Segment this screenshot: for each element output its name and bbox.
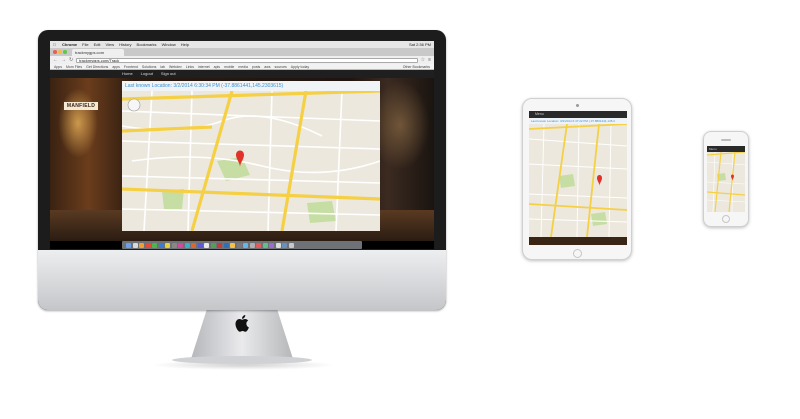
dock-icon[interactable] — [288, 242, 294, 248]
bookmark-item[interactable]: lab — [160, 64, 165, 69]
ipad-tablet: Menu Last known Location: 3/2/2014 6:47:… — [522, 98, 632, 260]
menubar-app-name[interactable]: Chrome — [62, 41, 77, 48]
dock-icon[interactable] — [158, 242, 164, 248]
dock-icon[interactable] — [256, 242, 261, 248]
browser-window: trackmygps.com ← → ↻ trackmygps.com/Trac… — [50, 48, 434, 241]
bookmark-item[interactable]: Mom Files — [66, 64, 82, 69]
dock-icon[interactable] — [126, 242, 131, 248]
tablet-navbar[interactable]: Menu — [529, 111, 627, 118]
forward-icon[interactable]: → — [61, 56, 66, 64]
mac-menubar:  Chrome File Edit View History Bookmark… — [50, 41, 434, 48]
site-navbar: Home Logout Sign out — [50, 70, 434, 78]
map-view[interactable] — [122, 91, 380, 231]
browser-tab[interactable]: trackmygps.com — [72, 49, 124, 56]
window-controls — [53, 50, 67, 54]
bookmark-item[interactable]: Solutions — [142, 64, 156, 69]
dock-icon[interactable] — [145, 242, 151, 248]
dock-icon[interactable] — [269, 242, 274, 248]
dock-icon[interactable] — [178, 242, 183, 248]
iphone-phone: Menu — [703, 131, 749, 227]
menu-icon[interactable]: ≡ — [428, 56, 431, 64]
bookmark-item[interactable]: Apps — [54, 64, 62, 69]
bookmark-item[interactable]: Frontend — [124, 64, 138, 69]
tablet-screen: Menu Last known Location: 3/2/2014 6:47:… — [529, 111, 627, 245]
dock-icon[interactable] — [249, 242, 255, 248]
bookmark-item[interactable]: internet — [198, 64, 210, 69]
background-light — [58, 88, 98, 158]
back-icon[interactable]: ← — [53, 56, 58, 64]
close-window-button[interactable] — [53, 50, 57, 54]
imac-chin — [38, 250, 446, 310]
dock-icon[interactable] — [230, 242, 235, 248]
bookmark-item[interactable]: media — [238, 64, 248, 69]
bookmark-item[interactable]: posts — [252, 64, 260, 69]
last-known-location: Last known Location: 3/2/2014 6:30:34 PM… — [125, 83, 284, 89]
menu-history[interactable]: History — [119, 41, 131, 48]
dock-icon[interactable] — [191, 242, 196, 248]
dock-icon[interactable] — [275, 242, 281, 248]
bookmark-item[interactable]: aws — [264, 64, 270, 69]
dock-icon[interactable] — [204, 242, 209, 248]
minimize-window-button[interactable] — [58, 50, 62, 54]
dock-icon[interactable] — [262, 242, 268, 248]
dock-icon[interactable] — [139, 242, 144, 248]
iphone-home-button[interactable] — [722, 215, 730, 223]
dock-icon[interactable] — [152, 242, 157, 248]
tablet-map-view[interactable] — [529, 124, 627, 245]
mac-dock — [122, 241, 362, 249]
bookmark-item[interactable]: Apply today — [291, 64, 309, 69]
bookmark-item[interactable]: Webdev — [169, 64, 182, 69]
dock-icon[interactable] — [210, 242, 216, 248]
phone-map-view[interactable] — [707, 152, 745, 212]
dock-icon[interactable] — [282, 242, 287, 248]
apple-logo-icon — [235, 315, 249, 332]
menu-help[interactable]: Help — [181, 41, 189, 48]
nav-link-home[interactable]: Home — [122, 70, 133, 78]
phone-screen: Menu — [707, 146, 745, 212]
menu-edit[interactable]: Edit — [94, 41, 101, 48]
dock-icon[interactable] — [243, 242, 248, 248]
iphone-speaker — [721, 139, 731, 141]
bookmark-item[interactable]: sources — [275, 64, 287, 69]
zoom-window-button[interactable] — [63, 50, 67, 54]
map-panel: Last known Location: 3/2/2014 6:30:34 PM… — [122, 81, 380, 231]
menu-bookmarks[interactable]: Bookmarks — [137, 41, 157, 48]
reload-icon[interactable]: ↻ — [69, 56, 73, 64]
ipad-camera — [576, 104, 579, 107]
ipad-home-button[interactable] — [573, 249, 582, 258]
bookmark-item[interactable]: Links — [186, 64, 194, 69]
dock-icon[interactable] — [132, 242, 138, 248]
dock-icon[interactable] — [217, 242, 222, 248]
star-icon[interactable]: ☆ — [421, 56, 425, 64]
menu-view[interactable]: View — [105, 41, 114, 48]
address-bar[interactable]: trackmygps.com/Track — [76, 57, 418, 63]
bookmark-item[interactable]: apis — [214, 64, 220, 69]
imac-stand-base — [172, 356, 312, 364]
dock-icon[interactable] — [197, 242, 203, 248]
browser-tabstrip: trackmygps.com — [50, 48, 434, 56]
imac-desktop:  Chrome File Edit View History Bookmark… — [38, 30, 446, 332]
nav-link-logout[interactable]: Logout — [141, 70, 153, 78]
menubar-clock: Sat 2:36 PM — [408, 42, 431, 47]
bookmark-item[interactable]: apps — [112, 64, 120, 69]
menu-window[interactable]: Window — [162, 41, 176, 48]
other-bookmarks[interactable]: Other Bookmarks — [403, 64, 430, 69]
dock-icon[interactable] — [184, 242, 190, 248]
bookmark-item[interactable]: mobile — [224, 64, 234, 69]
web-page: MANFIELD Home Logout Sign out Last known… — [50, 70, 434, 241]
storefront-sign: MANFIELD — [64, 102, 98, 110]
browser-toolbar: ← → ↻ trackmygps.com/Track ☆ ≡ — [50, 56, 434, 64]
nav-link-sign-out[interactable]: Sign out — [161, 70, 176, 78]
dock-icon[interactable] — [171, 242, 177, 248]
pan-control-icon[interactable] — [127, 98, 141, 112]
tablet-last-known-location: Last known Location: 3/2/2014 6:47:22 PM… — [529, 118, 627, 124]
dock-icon[interactable] — [165, 242, 170, 248]
apple-menu-icon[interactable]:  — [53, 41, 57, 48]
dock-icon[interactable] — [223, 242, 229, 248]
desktop-screen:  Chrome File Edit View History Bookmark… — [50, 41, 434, 249]
bookmark-item[interactable]: Get Directions — [86, 64, 108, 69]
menu-file[interactable]: File — [82, 41, 88, 48]
dock-icon[interactable] — [236, 242, 242, 248]
